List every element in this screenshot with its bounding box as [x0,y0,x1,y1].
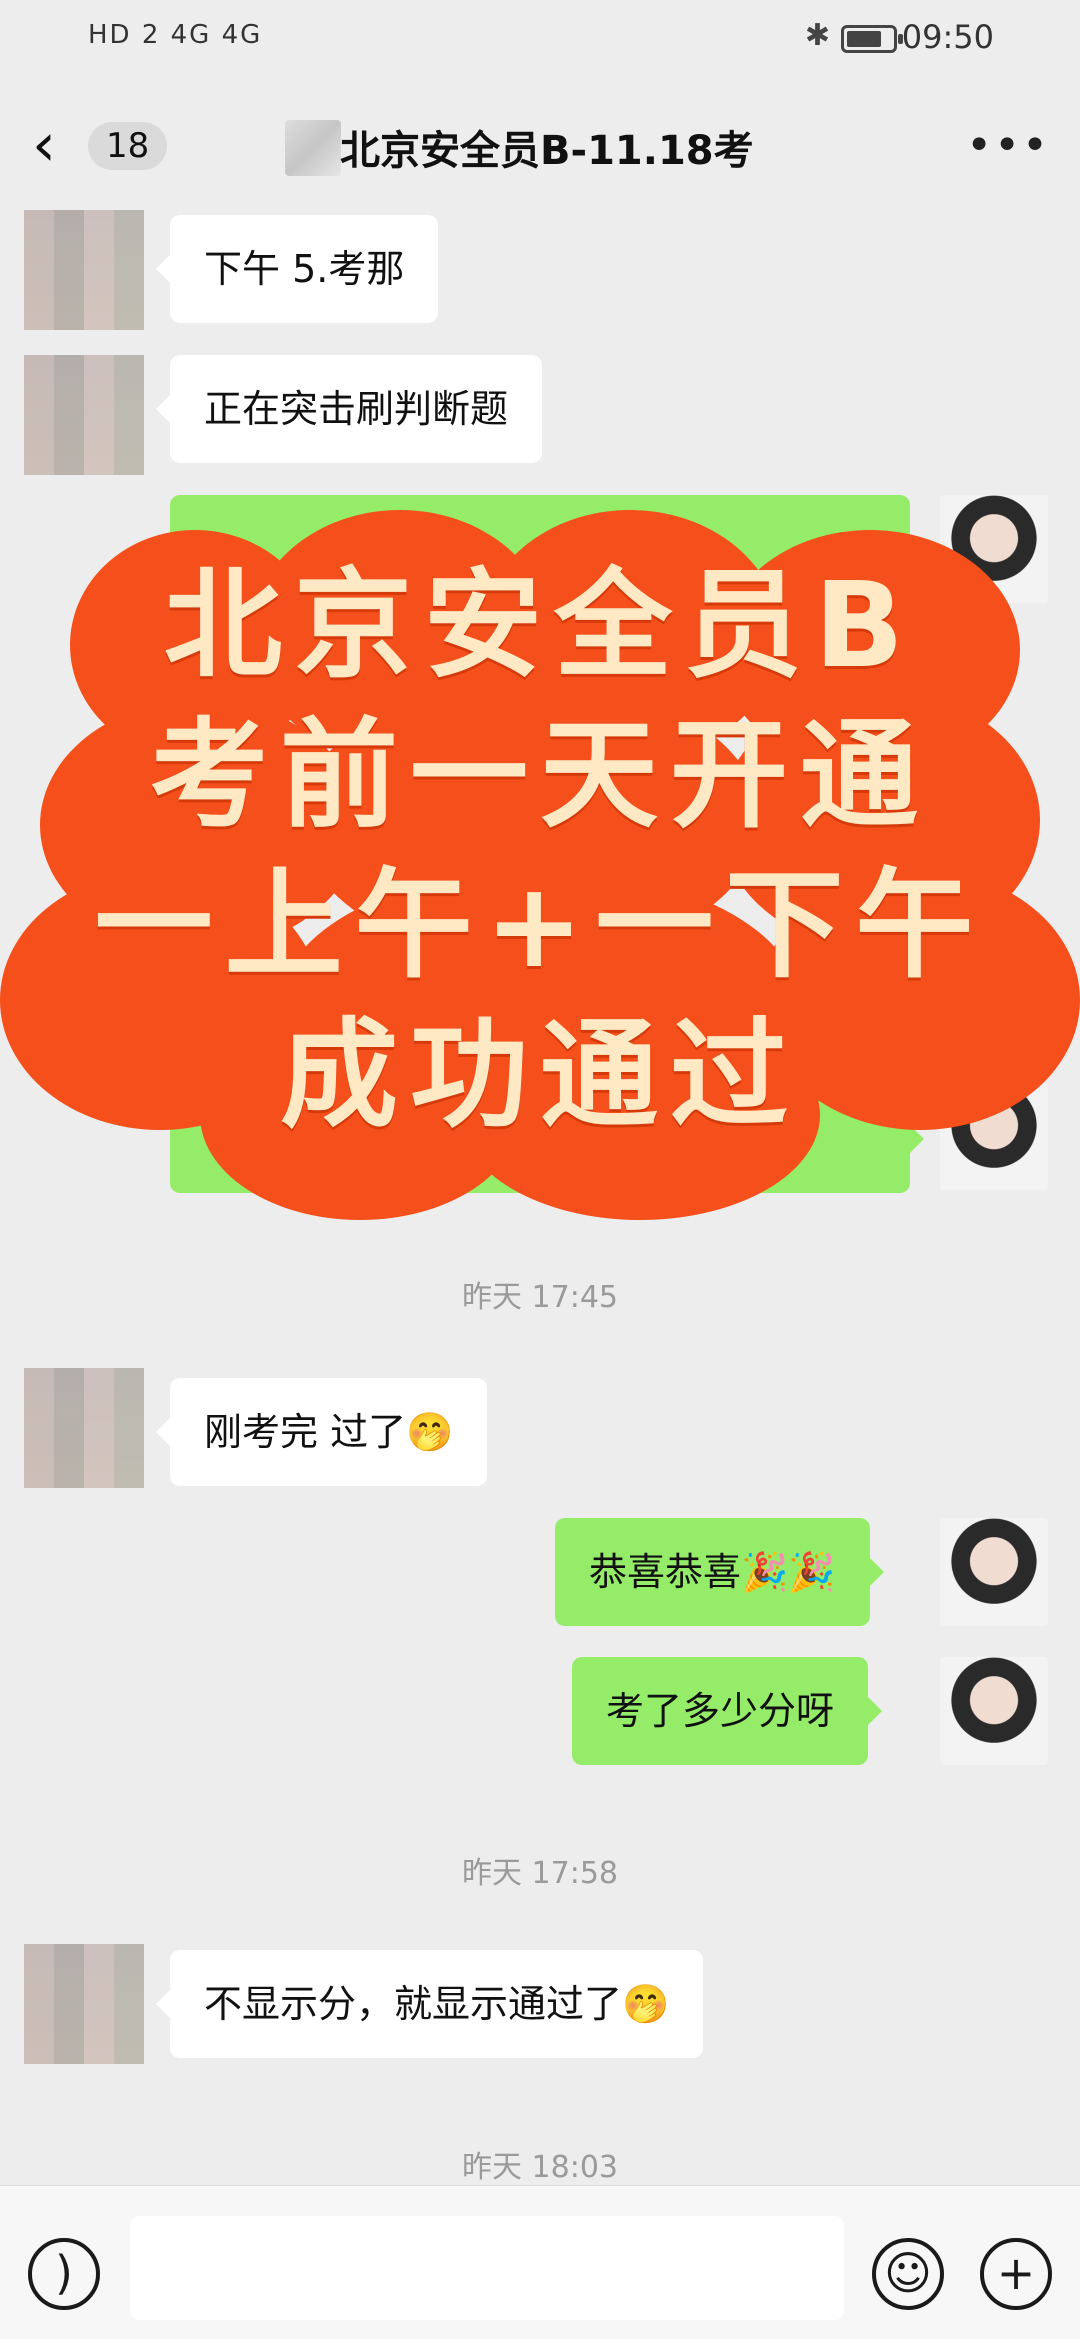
group-avatar [285,120,341,176]
my-avatar[interactable] [940,1657,1048,1765]
message-input[interactable] [130,2216,844,2320]
message-bubble-incoming[interactable]: 正在突击刷判断题 [155,355,543,463]
message-bubble-incoming[interactable]: 不显示分，就显示通过了🤭 [155,1950,704,2058]
unread-count-badge[interactable]: 18 [88,122,168,170]
my-avatar[interactable] [940,1518,1048,1626]
timestamp: 昨天 17:45 [462,1280,618,1315]
sender-avatar[interactable] [24,1944,144,2064]
chat-title: 北京安全员B-11.18考 [340,128,754,174]
clock: 09:50 [901,18,994,56]
signal-indicators: HD 2 4G 4G [88,20,263,50]
back-icon[interactable]: ‹ [32,115,82,180]
battery-icon [841,25,903,53]
status-bar: HD 2 4G 4G ✱ 09:50 [0,0,1080,80]
timestamp: 昨天 17:58 [462,1856,618,1891]
overlay-line-2: 考前一天开通 [149,706,930,844]
message-bubble-incoming[interactable]: 下午 5.考那 [155,215,439,323]
sender-avatar[interactable] [24,355,144,475]
more-icon[interactable]: ••• [966,120,1050,171]
emoji-icon[interactable]: ☺ [872,2238,944,2310]
overlay-line-4: 成功通过 [279,1006,800,1144]
sender-avatar[interactable] [24,210,144,330]
message-bubble-outgoing[interactable]: 考了多少分呀 [572,1657,883,1765]
bluetooth-icon: ✱ [804,18,830,53]
message-bubble-incoming[interactable]: 刚考完 过了🤭 [155,1378,488,1486]
input-bar: ) ☺ + [0,2185,1080,2339]
promo-overlay: 北京安全员B 考前一天开通 一上午+一下午 成功通过 [0,510,1080,1220]
message-bubble-outgoing[interactable]: 恭喜恭喜🎉🎉 [555,1518,884,1626]
chat-header: ‹ 18 北京安全员B-11.18考 ••• [0,80,1080,210]
plus-icon[interactable]: + [980,2238,1052,2310]
sender-avatar[interactable] [24,1368,144,1488]
overlay-line-3: 一上午+一下午 [94,856,986,994]
timestamp: 昨天 18:03 [462,2150,618,2185]
overlay-line-1: 北京安全员B [164,556,916,694]
voice-icon[interactable]: ) [28,2238,100,2310]
